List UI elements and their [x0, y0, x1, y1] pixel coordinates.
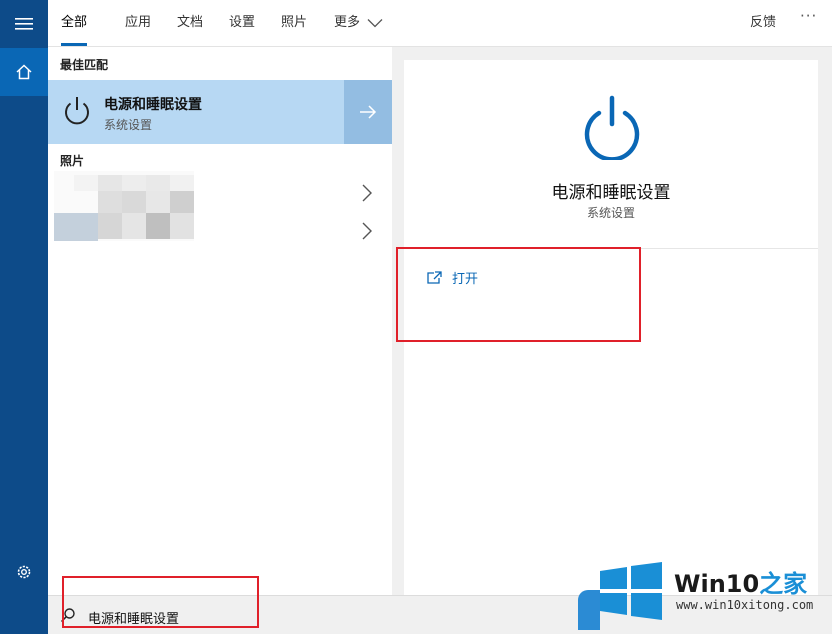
watermark-brand-prefix: Win10 — [674, 570, 760, 598]
chevron-right-icon — [362, 222, 372, 240]
chevron-right-icon — [362, 184, 372, 202]
tab-more[interactable]: 更多 — [334, 11, 383, 47]
best-match-subtitle: 系统设置 — [104, 118, 153, 132]
tab-apps[interactable]: 应用 — [125, 11, 151, 47]
menu-button[interactable] — [0, 0, 48, 48]
chevron-down-icon — [367, 18, 383, 27]
windows-logo-icon — [600, 562, 662, 620]
open-details-arrow-button[interactable] — [344, 80, 392, 144]
power-icon — [584, 95, 640, 160]
tab-all[interactable]: 全部 — [61, 11, 88, 46]
results-pane: 最佳匹配 电源和睡眠设置 系统设置 照片 — [48, 47, 392, 595]
feedback-link[interactable]: 反馈 — [750, 11, 776, 30]
tab-more-label: 更多 — [334, 15, 361, 30]
more-options-button[interactable]: ··· — [800, 7, 817, 25]
home-icon — [16, 64, 32, 80]
home-button[interactable] — [0, 48, 48, 96]
details-title: 电源和睡眠设置 — [551, 183, 671, 203]
photos-heading: 照片 — [60, 154, 85, 168]
bird-icon — [578, 590, 600, 630]
watermark: Win10之家 www.win10xitong.com — [598, 560, 826, 622]
tab-documents[interactable]: 文档 — [177, 11, 203, 47]
settings-button[interactable] — [0, 548, 48, 596]
arrow-right-icon — [360, 105, 377, 119]
tab-settings[interactable]: 设置 — [229, 11, 255, 47]
best-match-title: 电源和睡眠设置 — [104, 97, 202, 113]
highlight-box-open — [396, 247, 641, 342]
watermark-brand-suffix: 之家 — [759, 570, 808, 598]
photo-result-row[interactable] — [48, 175, 392, 215]
highlight-box-search — [62, 576, 259, 628]
details-subtitle: 系统设置 — [586, 206, 635, 220]
gear-icon — [17, 565, 31, 579]
left-rail — [0, 0, 48, 634]
top-tab-bar: 全部 应用 文档 设置 照片 更多 反馈 ··· — [48, 0, 832, 47]
power-icon — [65, 97, 89, 125]
hamburger-icon — [15, 18, 33, 30]
best-match-result[interactable]: 电源和睡眠设置 系统设置 — [48, 80, 392, 144]
watermark-brand: Win10之家 — [674, 564, 807, 599]
photo-result-row[interactable] — [48, 213, 392, 253]
tab-photos[interactable]: 照片 — [281, 11, 307, 47]
watermark-url: www.win10xitong.com — [676, 598, 814, 612]
best-match-heading: 最佳匹配 — [60, 58, 109, 72]
